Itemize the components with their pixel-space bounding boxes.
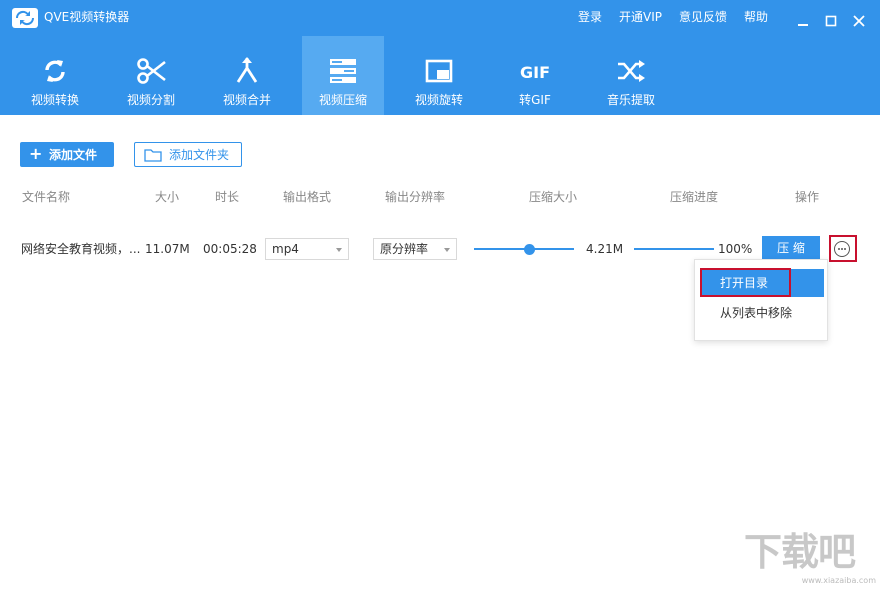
compression-slider-handle[interactable] bbox=[523, 244, 535, 255]
tab-video-rotate[interactable]: 视频旋转 bbox=[398, 36, 480, 115]
compress-button[interactable]: 压 缩 bbox=[762, 236, 820, 260]
vip-link[interactable]: 开通VIP bbox=[619, 9, 662, 25]
add-folder-label: 添加文件夹 bbox=[169, 148, 230, 162]
tool-label: 转GIF bbox=[519, 93, 551, 107]
more-options-icon[interactable] bbox=[834, 241, 850, 257]
tab-video-compress[interactable]: 视频压缩 bbox=[302, 36, 384, 115]
file-name: 网络安全教育视频，... bbox=[21, 242, 141, 256]
convert-icon bbox=[45, 60, 65, 82]
compressed-size: 4.21M bbox=[586, 242, 624, 256]
add-folder-button[interactable]: 添加文件夹 bbox=[134, 142, 242, 167]
tab-video-merge[interactable]: 视频合并 bbox=[206, 36, 288, 115]
add-file-button[interactable]: + 添加文件 bbox=[20, 142, 114, 167]
tool-label: 视频分割 bbox=[126, 93, 175, 107]
menu-item-label: 从列表中移除 bbox=[720, 306, 793, 320]
chevron-down-icon bbox=[336, 248, 342, 252]
header-size: 大小 bbox=[155, 190, 180, 204]
gif-icon: GIF bbox=[520, 63, 550, 82]
tab-video-split[interactable]: 视频分割 bbox=[110, 36, 192, 115]
help-link[interactable]: 帮助 bbox=[744, 9, 768, 25]
close-icon[interactable] bbox=[853, 12, 865, 27]
progress-bar bbox=[634, 248, 714, 250]
resolution-value: 原分辨率 bbox=[380, 242, 429, 256]
tool-label: 视频旋转 bbox=[414, 93, 463, 107]
highlight-box-open-directory bbox=[700, 268, 791, 297]
header-compressed-size: 压缩大小 bbox=[529, 190, 578, 204]
title-bar: QVE视频转换器 登录 开通VIP 意见反馈 帮助 bbox=[0, 0, 880, 36]
header-output-resolution: 输出分辨率 bbox=[385, 190, 446, 204]
header-progress: 压缩进度 bbox=[670, 190, 719, 204]
feedback-link[interactable]: 意见反馈 bbox=[679, 9, 727, 25]
header-filename: 文件名称 bbox=[22, 190, 71, 204]
tab-music-extract[interactable]: 音乐提取 bbox=[590, 36, 672, 115]
tab-video-convert[interactable]: 视频转换 bbox=[14, 36, 96, 115]
file-duration: 00:05:28 bbox=[203, 242, 257, 256]
app-title: QVE视频转换器 bbox=[44, 10, 130, 24]
header-duration: 时长 bbox=[215, 190, 240, 204]
progress-fill bbox=[634, 248, 714, 250]
header-output-format: 输出格式 bbox=[283, 190, 332, 204]
merge-icon bbox=[236, 57, 258, 83]
tool-label: 视频合并 bbox=[222, 93, 271, 107]
tool-label: 视频转换 bbox=[30, 93, 79, 107]
add-file-label: 添加文件 bbox=[49, 148, 98, 162]
progress-percent: 100% bbox=[718, 242, 753, 256]
app-logo-icon bbox=[12, 8, 38, 28]
tool-label: 视频压缩 bbox=[318, 93, 367, 107]
tool-label: 音乐提取 bbox=[606, 93, 655, 107]
resolution-select[interactable]: 原分辨率 bbox=[373, 238, 457, 260]
format-value: mp4 bbox=[272, 242, 299, 256]
minimize-icon[interactable] bbox=[797, 12, 809, 26]
svg-text:GIF: GIF bbox=[520, 63, 550, 82]
compress-icon bbox=[330, 59, 356, 83]
menu-item-remove-from-list[interactable]: 从列表中移除 bbox=[700, 299, 824, 327]
login-link[interactable]: 登录 bbox=[578, 9, 602, 25]
header-actions: 操作 bbox=[795, 190, 820, 204]
watermark-text: 下载吧 bbox=[744, 530, 856, 574]
watermark-url: www.xiazaiba.com bbox=[801, 576, 876, 585]
format-select[interactable]: mp4 bbox=[265, 238, 349, 260]
chevron-down-icon bbox=[444, 248, 450, 252]
plus-icon: + bbox=[29, 144, 43, 163]
scissors-icon bbox=[137, 58, 166, 84]
feature-toolbar: 视频转换 视频分割 视频合并 视频压缩 视频旋转 GIF 转GIF 音乐提取 bbox=[0, 36, 880, 115]
maximize-icon[interactable] bbox=[825, 12, 837, 27]
watermark-logo: 下载吧 www.xiazaiba.com bbox=[742, 528, 878, 588]
tab-to-gif[interactable]: GIF 转GIF bbox=[494, 36, 576, 115]
folder-icon bbox=[144, 149, 162, 162]
file-size: 11.07M bbox=[145, 242, 190, 256]
shuffle-icon bbox=[618, 60, 645, 82]
top-links: 登录 开通VIP 意见反馈 帮助 bbox=[578, 9, 785, 25]
rotate-icon bbox=[425, 59, 453, 83]
